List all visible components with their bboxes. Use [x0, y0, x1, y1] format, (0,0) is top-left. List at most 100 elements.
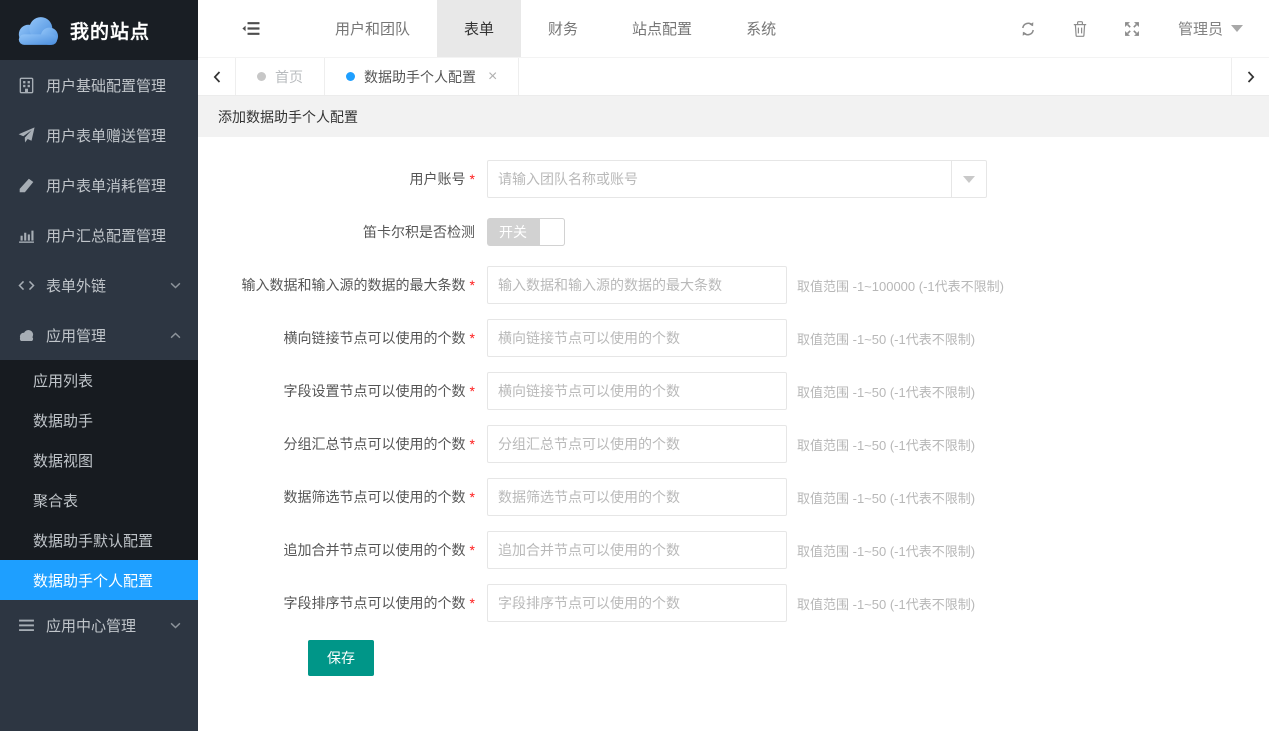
sidebar-item-form-external-link[interactable]: 表单外链 — [0, 260, 198, 310]
user-account-select[interactable]: 请输入团队名称或账号 — [487, 160, 987, 198]
sidebar-subitem-app-list[interactable]: 应用列表 — [0, 360, 198, 400]
form-row-field-sort-nodes: 字段排序节点可以使用的个数*取值范围 -1~50 (-1代表不限制) — [198, 584, 1269, 622]
sidebar-subitem-aggregate-table[interactable]: 聚合表 — [0, 480, 198, 520]
top-navbar: 用户和团队表单财务站点配置系统 管理员 — [198, 0, 1269, 58]
nav-right: 管理员 — [1020, 18, 1243, 39]
sidebar-subitem-label: 数据助手个人配置 — [33, 570, 153, 591]
tab-home-label: 首页 — [275, 67, 303, 87]
cartesian-check-switch[interactable]: 开关 — [487, 218, 565, 246]
sidebar-item-label: 应用管理 — [46, 325, 106, 346]
nav-action-icons — [1020, 21, 1140, 37]
tab-dot — [257, 72, 266, 81]
select-caret-segment[interactable] — [951, 161, 986, 197]
sidebar-item-label: 用户基础配置管理 — [46, 75, 166, 96]
grid-icon — [18, 77, 35, 94]
chevron-left-icon — [213, 71, 221, 83]
max-input-data-rows-hint: 取值范围 -1~100000 (-1代表不限制) — [797, 276, 1004, 295]
page-title: 添加数据助手个人配置 — [218, 107, 358, 127]
required-marker: * — [470, 277, 475, 293]
sidebar-subitem-data-assistant-personal-config[interactable]: 数据助手个人配置 — [0, 560, 198, 600]
trash-icon[interactable] — [1072, 21, 1088, 37]
nav-item-finance[interactable]: 财务 — [521, 0, 605, 57]
form-area: 用户账号* 请输入团队名称或账号 笛卡尔积是否检测 开关 输入数据和输入源的数据… — [198, 137, 1269, 731]
horizontal-link-nodes-hint: 取值范围 -1~50 (-1代表不限制) — [797, 329, 975, 348]
form-row-field-setting-nodes: 字段设置节点可以使用的个数* 取值范围 -1~50 (-1代表不限制) — [198, 372, 1269, 410]
bar-chart-icon — [18, 227, 35, 244]
nav-item-system[interactable]: 系统 — [719, 0, 803, 57]
menu-icon — [18, 617, 35, 634]
append-merge-nodes-input[interactable] — [487, 531, 787, 569]
tab-data-assistant-personal-config[interactable]: 数据助手个人配置 × — [325, 58, 519, 95]
refresh-icon[interactable] — [1020, 21, 1036, 37]
nav-items: 用户和团队表单财务站点配置系统 — [308, 0, 803, 57]
sidebar-item-user-form-consume[interactable]: 用户表单消耗管理 — [0, 160, 198, 210]
sidebar-submenu: 应用列表数据助手数据视图聚合表数据助手默认配置数据助手个人配置 — [0, 360, 198, 600]
horizontal-link-nodes-input[interactable] — [487, 319, 787, 357]
sidebar-item-label: 应用中心管理 — [46, 615, 136, 636]
form-row-cartesian-check: 笛卡尔积是否检测 开关 — [198, 218, 1269, 246]
data-filter-nodes-label: 数据筛选节点可以使用的个数* — [198, 487, 475, 507]
field-setting-nodes-label: 字段设置节点可以使用的个数* — [198, 381, 475, 401]
sidebar-subitem-label: 数据助手默认配置 — [33, 530, 153, 551]
group-summary-nodes-label: 分组汇总节点可以使用的个数* — [198, 434, 475, 454]
sidebar-item-user-summary-config[interactable]: 用户汇总配置管理 — [0, 210, 198, 260]
caret-down-icon — [1231, 25, 1243, 32]
field-setting-nodes-hint: 取值范围 -1~50 (-1代表不限制) — [797, 382, 975, 401]
required-marker: * — [470, 595, 475, 611]
form-row-append-merge-nodes: 追加合并节点可以使用的个数* 取值范围 -1~50 (-1代表不限制) — [198, 531, 1269, 569]
sidebar-item-app-center-management[interactable]: 应用中心管理 — [0, 600, 198, 650]
required-marker: * — [470, 542, 475, 558]
chevron-right-icon — [1247, 71, 1255, 83]
sidebar: 我的站点 用户基础配置管理用户表单赠送管理用户表单消耗管理用户汇总配置管理表单外… — [0, 0, 198, 731]
tab-home[interactable]: 首页 — [236, 58, 325, 95]
field-sort-nodes-input[interactable] — [487, 584, 787, 622]
required-marker: * — [470, 171, 475, 187]
required-marker: * — [470, 330, 475, 346]
max-input-data-rows-label: 输入数据和输入源的数据的最大条数* — [198, 275, 475, 295]
fullscreen-icon[interactable] — [1124, 21, 1140, 37]
send-icon — [18, 127, 35, 144]
tab-close-icon[interactable]: × — [488, 69, 497, 85]
sidebar-item-user-form-gift[interactable]: 用户表单赠送管理 — [0, 110, 198, 160]
switch-label: 开关 — [487, 218, 539, 246]
nav-item-site-config[interactable]: 站点配置 — [605, 0, 719, 57]
main-area: 用户和团队表单财务站点配置系统 管理员 首页 数据助手个人配置 × — [198, 0, 1269, 731]
form-row-data-filter-nodes: 数据筛选节点可以使用的个数*取值范围 -1~50 (-1代表不限制) — [198, 478, 1269, 516]
max-input-data-rows-input[interactable] — [487, 266, 787, 304]
select-placeholder: 请输入团队名称或账号 — [488, 169, 951, 189]
required-marker: * — [470, 436, 475, 452]
chevron-down-icon — [170, 622, 181, 629]
sidebar-item-user-base-config[interactable]: 用户基础配置管理 — [0, 60, 198, 110]
user-account-label: 用户账号* — [198, 169, 475, 189]
tabs-scroll-left-button[interactable] — [198, 58, 236, 95]
sidebar-subitem-label: 聚合表 — [33, 490, 78, 511]
sidebar-item-app-management[interactable]: 应用管理 — [0, 310, 198, 360]
horizontal-link-nodes-label: 横向链接节点可以使用的个数* — [198, 328, 475, 348]
field-setting-nodes-input[interactable] — [487, 372, 787, 410]
required-marker: * — [470, 383, 475, 399]
user-menu[interactable]: 管理员 — [1178, 18, 1243, 39]
append-merge-nodes-hint: 取值范围 -1~50 (-1代表不限制) — [797, 541, 975, 560]
site-title: 我的站点 — [70, 17, 150, 44]
nav-item-users-and-teams[interactable]: 用户和团队 — [308, 0, 437, 57]
sidebar-subitem-label: 数据视图 — [33, 450, 93, 471]
save-button[interactable]: 保存 — [308, 640, 374, 676]
page-title-bar: 添加数据助手个人配置 — [198, 96, 1269, 137]
cloud-icon — [18, 327, 35, 344]
form-rows: 输入数据和输入源的数据的最大条数* 取值范围 -1~100000 (-1代表不限制… — [198, 266, 1269, 622]
sidebar-item-label: 用户表单赠送管理 — [46, 125, 166, 146]
group-summary-nodes-input[interactable] — [487, 425, 787, 463]
eraser-icon — [18, 177, 35, 194]
form-row-max-input-data-rows: 输入数据和输入源的数据的最大条数* 取值范围 -1~100000 (-1代表不限制… — [198, 266, 1269, 304]
form-row-user-account: 用户账号* 请输入团队名称或账号 — [198, 160, 1269, 198]
data-filter-nodes-input[interactable] — [487, 478, 787, 516]
logo[interactable]: 我的站点 — [0, 0, 198, 60]
switch-knob — [539, 218, 565, 246]
nav-item-forms[interactable]: 表单 — [437, 0, 521, 57]
tabs-scroll-right-button[interactable] — [1231, 58, 1269, 95]
sidebar-subitem-data-view[interactable]: 数据视图 — [0, 440, 198, 480]
collapse-menu-icon[interactable] — [242, 21, 260, 36]
sidebar-subitem-data-assistant-default-config[interactable]: 数据助手默认配置 — [0, 520, 198, 560]
append-merge-nodes-label: 追加合并节点可以使用的个数* — [198, 540, 475, 560]
sidebar-subitem-data-assistant[interactable]: 数据助手 — [0, 400, 198, 440]
